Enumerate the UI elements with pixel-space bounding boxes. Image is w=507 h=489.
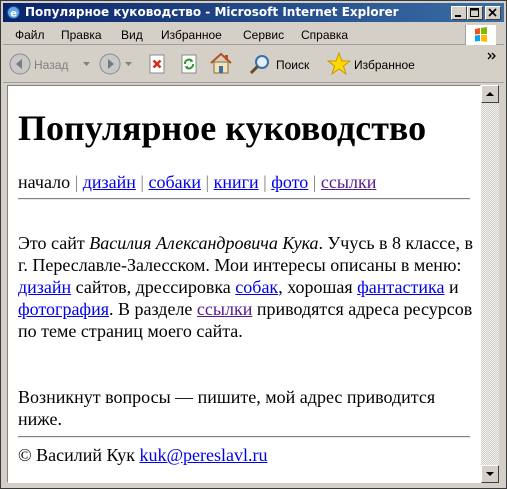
intro-text: . В разделе — [109, 299, 197, 319]
intro-text: и — [444, 277, 459, 297]
site-nav: начало | дизайн | собаки | книги | фото … — [18, 170, 376, 194]
standard-toolbar: Назад Поиск Избранное — [3, 46, 504, 83]
ie-logo-icon: e — [7, 6, 20, 20]
nav-link-design[interactable]: дизайн — [83, 172, 136, 192]
vertical-scrollbar[interactable] — [481, 85, 499, 483]
divider-top — [18, 198, 470, 200]
page-viewport[interactable]: Популярное куководство начало | дизайн |… — [7, 85, 481, 483]
home-icon — [210, 52, 232, 74]
page-title: Популярное куководство — [18, 108, 427, 148]
inline-link-dogs[interactable]: собак — [235, 277, 278, 297]
nav-separator: | — [312, 172, 317, 192]
favorites-button[interactable] — [326, 51, 352, 80]
nav-separator: | — [140, 172, 144, 192]
menu-view[interactable]: Вид — [121, 28, 143, 42]
divider-bottom — [18, 436, 470, 438]
forward-arrow-icon — [99, 53, 121, 75]
inline-link-photo[interactable]: фотография — [18, 299, 109, 319]
nav-link-books[interactable]: книги — [214, 172, 259, 192]
minimize-button[interactable] — [451, 6, 467, 20]
nav-link-photo[interactable]: фото — [271, 172, 308, 192]
close-button[interactable] — [485, 6, 501, 20]
favorites-star-icon — [326, 51, 352, 76]
forward-button[interactable] — [99, 53, 121, 79]
menu-help[interactable]: Справка — [301, 28, 348, 42]
windows-logo-icon — [475, 27, 487, 42]
back-label[interactable]: Назад — [34, 58, 68, 72]
menu-edit[interactable]: Правка — [61, 28, 102, 42]
menu-file[interactable]: Файл — [15, 28, 45, 42]
email-link[interactable]: kuk@pereslavl.ru — [139, 445, 267, 465]
inline-link-design[interactable]: дизайн — [18, 277, 71, 297]
questions-paragraph: Возникнут вопросы — пишите, мой адрес пр… — [18, 387, 436, 429]
intro-paragraph: Это сайт Василия Александровича Кука. Уч… — [18, 232, 473, 342]
search-label[interactable]: Поиск — [276, 58, 309, 72]
menu-bar: Файл Правка Вид Избранное Сервис Справка — [3, 24, 504, 45]
back-dropdown-icon[interactable] — [83, 62, 90, 66]
nav-separator: | — [205, 172, 210, 192]
nav-link-links[interactable]: ссылки — [321, 172, 376, 192]
scroll-track[interactable] — [481, 103, 499, 465]
svg-text:e: e — [10, 9, 17, 20]
stop-icon — [149, 54, 165, 74]
scroll-down-button[interactable] — [481, 465, 499, 483]
nav-home: начало — [18, 172, 71, 192]
close-icon — [488, 8, 497, 17]
maximize-icon — [470, 8, 479, 17]
maximize-button[interactable] — [467, 6, 483, 20]
scroll-up-button[interactable] — [481, 85, 499, 103]
nav-separator: | — [263, 172, 267, 192]
windows-logo-area — [465, 25, 496, 45]
scroll-down-icon — [486, 472, 494, 476]
stop-button[interactable] — [147, 54, 167, 78]
back-button[interactable] — [9, 53, 31, 79]
back-arrow-icon — [9, 53, 31, 75]
refresh-button[interactable] — [179, 54, 199, 78]
search-button[interactable] — [249, 53, 271, 79]
minimize-icon — [455, 15, 461, 17]
window-title: Популярное куководство - Microsoft Inter… — [25, 5, 399, 19]
inline-link-links[interactable]: ссылки — [197, 299, 252, 319]
home-button[interactable] — [209, 52, 233, 78]
intro-text: сайтов, дрессировка — [71, 277, 236, 297]
nav-separator: | — [74, 172, 79, 192]
chevron-more-icon[interactable] — [487, 52, 497, 60]
menu-tools[interactable]: Сервис — [243, 28, 284, 42]
inline-link-fantasy[interactable]: фантастика — [357, 277, 444, 297]
intro-text: , хорошая — [278, 277, 358, 297]
nav-link-dogs[interactable]: собаки — [148, 172, 201, 192]
author-name: Василия Александровича Кука — [89, 233, 319, 253]
intro-text: Это сайт — [18, 233, 90, 253]
footer: © Василий Кук kuk@pereslavl.ru — [18, 444, 473, 466]
scroll-up-icon — [486, 92, 494, 96]
menu-favorites[interactable]: Избранное — [161, 28, 222, 42]
favorites-label[interactable]: Избранное — [354, 58, 415, 72]
forward-dropdown-icon[interactable] — [125, 62, 132, 66]
copyright-text: © Василий Кук — [18, 445, 140, 465]
search-icon — [249, 55, 269, 75]
title-bar[interactable]: e Популярное куководство - Microsoft Int… — [3, 3, 504, 22]
refresh-icon — [181, 54, 197, 74]
browser-window: e Популярное куководство - Microsoft Int… — [0, 0, 507, 489]
